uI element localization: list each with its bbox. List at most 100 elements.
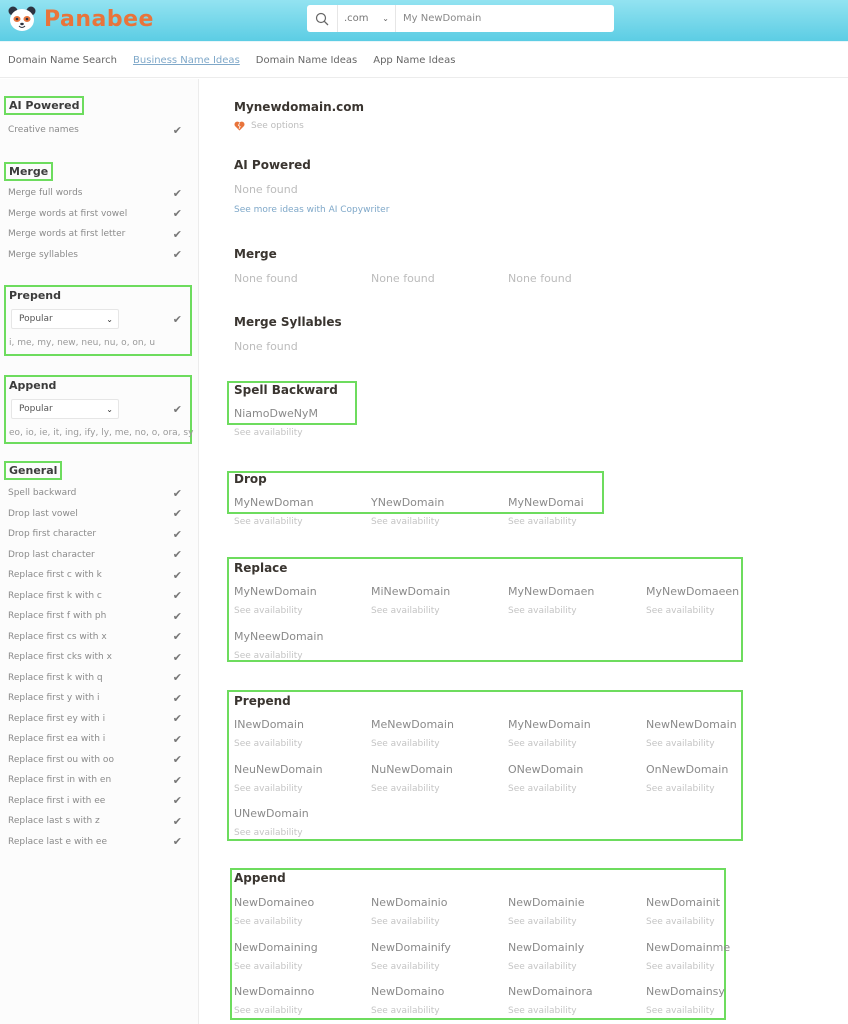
domain-suggestion[interactable]: MyNewDomain [234,585,317,598]
domain-suggestion[interactable]: NewDomainit [646,896,720,909]
domain-suggestion[interactable]: NewDomainme [646,941,730,954]
domain-suggestion[interactable]: NeuNewDomain [234,763,323,776]
see-availability-link[interactable]: See availability [508,517,577,527]
see-availability-link[interactable]: See availability [508,962,577,972]
search-input[interactable] [396,5,614,32]
see-availability-link[interactable]: See availability [371,962,440,972]
domain-suggestion[interactable]: NewDomaineo [234,896,314,909]
domain-suggestion[interactable]: MyNewDomai [508,496,584,509]
see-availability-link[interactable]: See availability [646,1006,715,1016]
domain-suggestion[interactable]: ONewDomain [508,763,583,776]
sidebar-item[interactable]: Merge words at first letter ✔ [8,226,182,242]
domain-title: Mynewdomain.com [234,100,365,114]
sidebar-item[interactable]: Merge words at first vowel ✔ [8,206,182,222]
sidebar-item[interactable]: Replace first ou with oo ✔ [8,752,182,768]
domain-suggestion[interactable]: NewDomainify [371,941,451,954]
domain-suggestion[interactable]: INewDomain [234,718,304,731]
see-availability-link[interactable]: See availability [508,739,577,749]
see-availability-link[interactable]: See availability [234,606,303,616]
sidebar-item[interactable]: Replace first i with ee ✔ [8,793,182,809]
sidebar-item[interactable]: Replace last s with z ✔ [8,813,182,829]
see-availability-link[interactable]: See availability [371,739,440,749]
domain-suggestion[interactable]: YNewDomain [371,496,444,509]
see-availability-link[interactable]: See availability [371,517,440,527]
ai-copywriter-link[interactable]: See more ideas with AI Copywriter [234,205,389,215]
domain-suggestion[interactable]: NewDomaining [234,941,318,954]
section-title-drop: Drop [234,472,267,486]
check-icon[interactable]: ✔ [173,313,182,326]
nav-domain-name-search[interactable]: Domain Name Search [8,55,117,66]
see-availability-link[interactable]: See availability [508,606,577,616]
see-availability-link[interactable]: See availability [234,917,303,927]
domain-suggestion[interactable]: UNewDomain [234,807,309,820]
domain-suggestion[interactable]: NewDomainno [234,985,314,998]
sidebar-group-append: Append Popular ⌄ ✔ eo, io, ie, it, ing, … [4,375,193,444]
see-availability-link[interactable]: See availability [508,917,577,927]
sidebar-item[interactable]: Drop last character ✔ [8,547,182,563]
see-availability-link[interactable]: See availability [234,1006,303,1016]
sidebar-item[interactable]: Replace first in with en ✔ [8,772,182,788]
see-availability-link[interactable]: See availability [646,739,715,749]
append-select[interactable]: Popular ⌄ [11,399,119,419]
sidebar-item[interactable]: Spell backward ✔ [8,485,182,501]
check-icon[interactable]: ✔ [173,403,182,416]
sidebar-item[interactable]: Replace first k with q ✔ [8,670,182,686]
sidebar-item[interactable]: Replace first cs with x ✔ [8,629,182,645]
see-availability-link[interactable]: See availability [371,606,440,616]
nav-business-name-ideas[interactable]: Business Name Ideas [133,55,240,66]
see-availability-link[interactable]: See availability [234,828,303,838]
sidebar-item[interactable]: Replace first c with k ✔ [8,567,182,583]
domain-suggestion[interactable]: NewDomainio [371,896,447,909]
domain-suggestion[interactable]: MiNewDomain [371,585,450,598]
domain-suggestion[interactable]: NewNewDomain [646,718,737,731]
prepend-select[interactable]: Popular ⌄ [11,309,119,329]
see-availability-link[interactable]: See availability [508,784,577,794]
sidebar-item[interactable]: Merge full words ✔ [8,185,182,201]
sidebar-item[interactable]: Replace first k with c ✔ [8,588,182,604]
see-availability-link[interactable]: See availability [371,784,440,794]
nav-app-name-ideas[interactable]: App Name Ideas [373,55,455,66]
see-availability-link[interactable]: See availability [646,962,715,972]
see-availability-link[interactable]: See availability [234,428,303,438]
see-availability-link[interactable]: See availability [508,1006,577,1016]
domain-suggestion[interactable]: NewDomainora [508,985,593,998]
domain-suggestion[interactable]: MyNewDomaeen [646,585,739,598]
see-availability-link[interactable]: See availability [646,784,715,794]
domain-suggestion[interactable]: MyNeewDomain [234,630,323,643]
nav-domain-name-ideas[interactable]: Domain Name Ideas [256,55,357,66]
see-availability-link[interactable]: See availability [234,962,303,972]
see-availability-link[interactable]: See availability [646,917,715,927]
sidebar-item[interactable]: Replace first f with ph ✔ [8,608,182,624]
search-button[interactable] [307,5,338,32]
sidebar-item[interactable]: Replace last e with ee ✔ [8,834,182,850]
sidebar-item[interactable]: Replace first ea with i ✔ [8,731,182,747]
domain-suggestion[interactable]: MyNewDomain [508,718,591,731]
domain-suggestion[interactable]: MyNewDoman [234,496,314,509]
sidebar-item[interactable]: Creative names ✔ [8,122,182,138]
domain-suggestion[interactable]: MeNewDomain [371,718,454,731]
sidebar-item[interactable]: Drop last vowel ✔ [8,506,182,522]
domain-suggestion[interactable]: NewDomainly [508,941,584,954]
see-availability-link[interactable]: See availability [234,517,303,527]
logo[interactable]: Panabee [8,5,154,33]
domain-suggestion[interactable]: NuNewDomain [371,763,453,776]
sidebar-item[interactable]: Drop first character ✔ [8,526,182,542]
see-availability-link[interactable]: See availability [646,606,715,616]
see-availability-link[interactable]: See availability [371,917,440,927]
see-availability-link[interactable]: See availability [234,739,303,749]
domain-suggestion[interactable]: NewDomainsy [646,985,725,998]
sidebar-item[interactable]: Replace first cks with x ✔ [8,649,182,665]
see-availability-link[interactable]: See availability [371,1006,440,1016]
domain-suggestion[interactable]: OnNewDomain [646,763,728,776]
sidebar-item[interactable]: Replace first ey with i ✔ [8,711,182,727]
sidebar-item[interactable]: Merge syllables ✔ [8,247,182,263]
see-availability-link[interactable]: See availability [234,784,303,794]
see-options-link[interactable]: See options [234,121,304,131]
see-availability-link[interactable]: See availability [234,651,303,661]
tld-select[interactable]: .com ⌄ [338,5,396,32]
domain-suggestion[interactable]: NiamoDweNyM [234,407,318,420]
domain-suggestion[interactable]: NewDomainie [508,896,585,909]
domain-suggestion[interactable]: NewDomaino [371,985,444,998]
sidebar-item[interactable]: Replace first y with i ✔ [8,690,182,706]
domain-suggestion[interactable]: MyNewDomaen [508,585,594,598]
